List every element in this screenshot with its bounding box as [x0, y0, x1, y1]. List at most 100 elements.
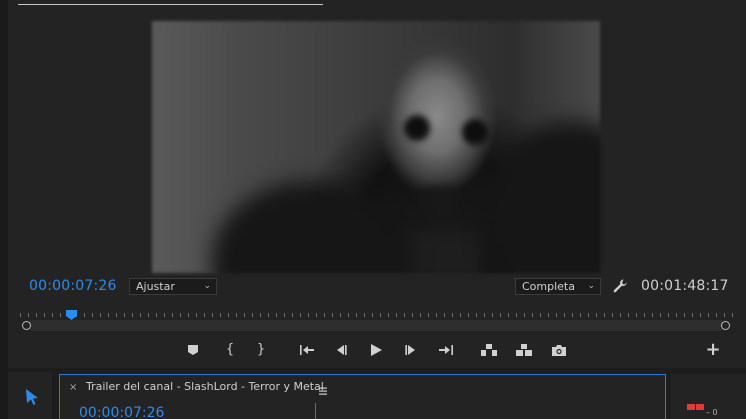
ruler-tick	[412, 313, 413, 317]
ruler-tick	[252, 313, 253, 317]
ruler-tick	[548, 313, 549, 317]
current-timecode[interactable]: 00:00:07:26	[29, 278, 117, 294]
ruler-tick	[404, 313, 405, 317]
step-back-button[interactable]	[331, 340, 351, 360]
go-to-out-icon	[439, 345, 453, 355]
quality-dropdown-value: Completa	[522, 280, 575, 293]
ruler-tick	[60, 313, 61, 317]
ruler-tick	[444, 313, 445, 317]
ruler-tick	[300, 313, 301, 317]
step-back-icon	[337, 345, 347, 355]
extract-button[interactable]	[514, 340, 534, 360]
ruler-tick	[52, 313, 53, 317]
marker-icon	[188, 345, 198, 355]
go-to-out-button[interactable]	[436, 340, 456, 360]
ruler-tick	[708, 313, 709, 317]
ruler-tick	[492, 313, 493, 317]
ruler-tick	[148, 313, 149, 317]
scroll-handle-left[interactable]	[22, 321, 31, 330]
ruler-tick	[588, 313, 589, 317]
ruler-tick	[580, 313, 581, 317]
ruler-tick	[196, 313, 197, 317]
ruler-tick	[476, 313, 477, 317]
ruler-tick	[140, 313, 141, 317]
ruler-tick	[324, 313, 325, 317]
video-content-shape	[420, 187, 460, 209]
lift-icon	[481, 344, 497, 356]
selection-tool-icon[interactable]	[25, 388, 39, 406]
time-ruler[interactable]	[20, 310, 733, 318]
export-frame-button[interactable]	[549, 340, 569, 360]
video-content-shape	[402, 231, 482, 273]
play-button[interactable]	[366, 340, 386, 360]
ruler-tick	[388, 313, 389, 317]
ruler-tick	[380, 313, 381, 317]
ruler-tick	[620, 313, 621, 317]
go-to-in-button[interactable]	[297, 340, 317, 360]
sequence-tab-title[interactable]: Trailer del canal - SlashLord - Terror y…	[86, 380, 324, 393]
wrench-icon[interactable]	[612, 278, 628, 294]
camera-icon	[552, 344, 566, 356]
ruler-tick	[420, 313, 421, 317]
playhead-icon[interactable]	[66, 305, 77, 320]
ruler-tick	[692, 313, 693, 317]
ruler-tick	[188, 313, 189, 317]
ruler-tick	[612, 313, 613, 317]
ruler-tick	[644, 313, 645, 317]
hamburger-menu-icon[interactable]	[318, 381, 328, 395]
ruler-tick	[108, 313, 109, 317]
mark-out-button[interactable]: }	[251, 340, 271, 360]
extract-icon	[516, 344, 532, 356]
video-preview[interactable]	[152, 21, 600, 273]
ruler-tick	[308, 313, 309, 317]
step-forward-button[interactable]	[401, 340, 421, 360]
ruler-tick	[260, 313, 261, 317]
close-icon[interactable]: ×	[69, 382, 77, 393]
ruler-tick	[172, 313, 173, 317]
ruler-tick	[372, 313, 373, 317]
ruler-tick	[316, 313, 317, 317]
chevron-down-icon: ⌄	[203, 281, 211, 291]
mark-in-button[interactable]: {	[220, 340, 240, 360]
clip-indicator-left	[687, 404, 695, 410]
video-content-shape	[212, 181, 412, 273]
sequence-timecode[interactable]: 00:00:07:26	[79, 405, 164, 419]
ruler-tick	[604, 313, 605, 317]
ruler-tick	[284, 313, 285, 317]
ruler-tick	[156, 313, 157, 317]
play-icon	[371, 344, 382, 356]
panel-top-rule	[18, 4, 323, 5]
ruler-tick	[684, 313, 685, 317]
playback-resolution-dropdown[interactable]: Completa ⌄	[515, 278, 601, 295]
ruler-tick	[124, 313, 125, 317]
video-content-shape	[404, 115, 430, 141]
ruler-tick	[212, 313, 213, 317]
ruler-tick	[524, 313, 525, 317]
lift-button[interactable]	[479, 340, 499, 360]
plus-icon: +	[705, 339, 721, 360]
button-editor-button[interactable]: +	[703, 340, 723, 360]
ruler-tick	[364, 313, 365, 317]
ruler-tick	[716, 313, 717, 317]
ruler-tick	[228, 313, 229, 317]
panel-gutter	[0, 0, 8, 419]
ruler-tick	[244, 313, 245, 317]
ruler-tick	[36, 313, 37, 317]
ruler-tick	[460, 313, 461, 317]
ruler-tick	[116, 313, 117, 317]
ruler-tick	[556, 313, 557, 317]
ruler-tick	[276, 313, 277, 317]
ruler-tick	[732, 313, 733, 317]
zoom-scroll-bar[interactable]	[27, 320, 726, 331]
ruler-tick	[436, 313, 437, 317]
ruler-tick	[268, 313, 269, 317]
add-marker-button[interactable]	[183, 340, 203, 360]
meter-zero-label: – 0	[706, 408, 718, 417]
ruler-tick	[204, 313, 205, 317]
ruler-tick	[500, 313, 501, 317]
ruler-tick	[516, 313, 517, 317]
ruler-tick	[724, 313, 725, 317]
fit-dropdown[interactable]: Ajustar ⌄	[129, 278, 217, 295]
meter-zero-value: 0	[712, 408, 718, 417]
scroll-handle-right[interactable]	[721, 321, 730, 330]
